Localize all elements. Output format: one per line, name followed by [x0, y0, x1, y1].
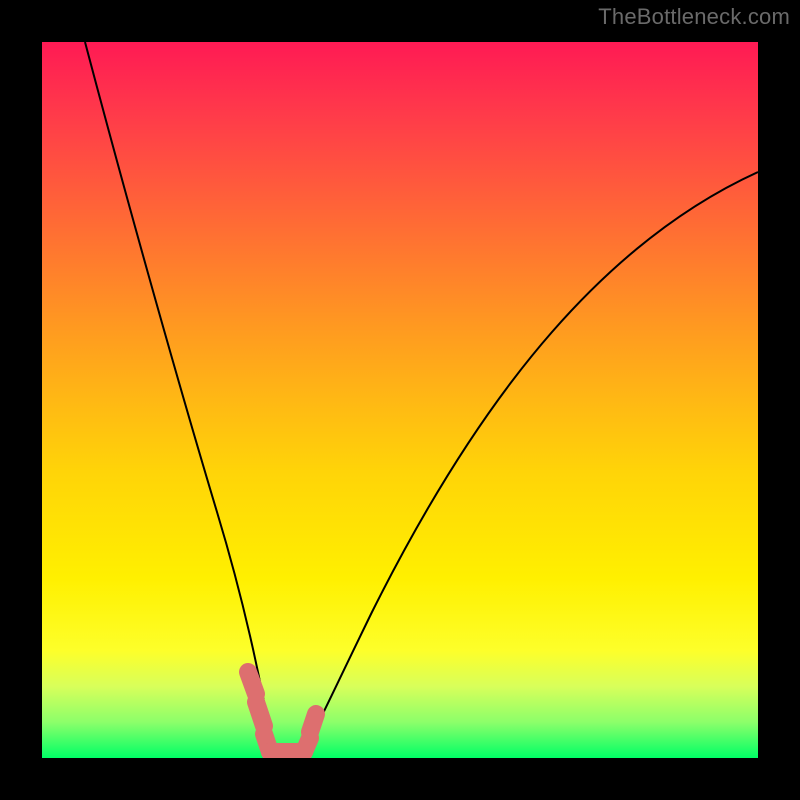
watermark-text: TheBottleneck.com	[598, 4, 790, 30]
plot-area	[42, 42, 758, 758]
curves-svg	[42, 42, 758, 758]
marker-cluster	[248, 672, 316, 752]
right-marker-dashes	[304, 714, 316, 752]
right-curve	[300, 172, 758, 758]
left-curve	[85, 42, 274, 758]
left-marker-dashes	[248, 672, 270, 752]
chart-frame: TheBottleneck.com	[0, 0, 800, 800]
